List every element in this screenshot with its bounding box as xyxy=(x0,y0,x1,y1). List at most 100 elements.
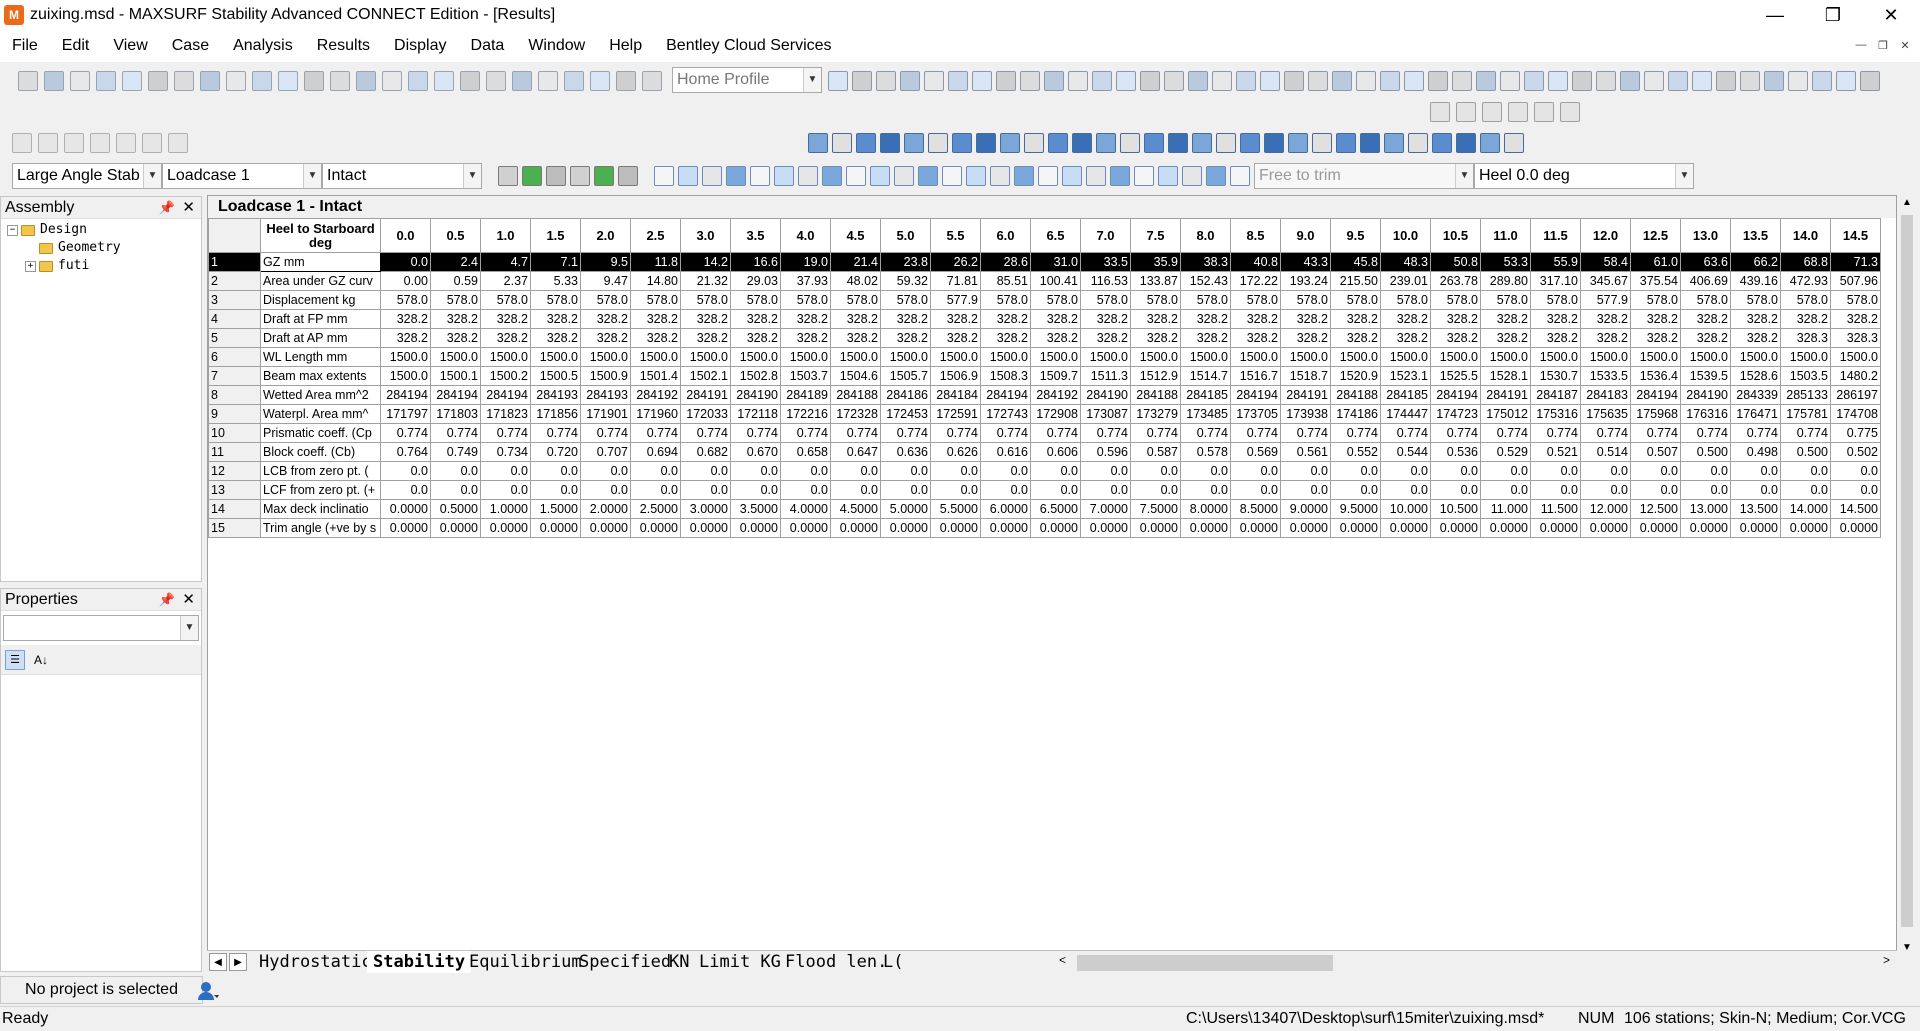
table-cell[interactable]: 0.0 xyxy=(380,480,431,500)
table-cell[interactable]: 1500.0 xyxy=(1280,347,1331,367)
table-cell[interactable]: 0.0000 xyxy=(1080,518,1131,538)
toolbar-button-icon[interactable] xyxy=(1788,71,1808,91)
toolbar-button-icon[interactable] xyxy=(1482,102,1502,122)
table-cell[interactable]: 29.03 xyxy=(730,271,781,291)
toolbar-button-icon[interactable] xyxy=(1206,166,1226,186)
table-cell[interactable]: 578.0 xyxy=(530,290,581,310)
table-cell[interactable]: 175012 xyxy=(1480,404,1531,424)
tab-next-icon[interactable]: ▶ xyxy=(229,953,247,971)
table-cell[interactable]: 284185 xyxy=(1180,385,1231,405)
table-cell[interactable]: 9.0000 xyxy=(1280,499,1331,519)
toolbar-button-icon[interactable] xyxy=(12,133,32,153)
table-cell[interactable]: 328.2 xyxy=(580,309,631,329)
tab-prev-icon[interactable]: ◀ xyxy=(209,953,227,971)
toolbar-button-icon[interactable] xyxy=(1740,71,1760,91)
table-cell[interactable]: 328.2 xyxy=(1530,328,1581,348)
table-cell[interactable]: 0.596 xyxy=(1080,442,1131,462)
toolbar-button-icon[interactable] xyxy=(1062,166,1082,186)
table-cell[interactable]: 1518.7 xyxy=(1280,366,1331,386)
toolbar-button-icon[interactable] xyxy=(1140,71,1160,91)
tree-expander-icon[interactable]: + xyxy=(25,260,36,272)
toolbar-button-icon[interactable] xyxy=(1356,71,1376,91)
table-cell[interactable]: 328.2 xyxy=(730,328,781,348)
table-cell[interactable]: 578.0 xyxy=(1280,290,1331,310)
table-cell[interactable]: 328.2 xyxy=(1030,309,1081,329)
table-cell[interactable]: 3.5000 xyxy=(730,499,781,519)
table-cell[interactable]: 100.41 xyxy=(1030,271,1081,291)
table-cell[interactable]: 1525.5 xyxy=(1430,366,1481,386)
toolbar-button-icon[interactable] xyxy=(1260,71,1280,91)
row-label[interactable]: WL Length mm xyxy=(260,347,381,367)
toolbar-button-icon[interactable] xyxy=(512,71,532,91)
table-cell[interactable]: 0.774 xyxy=(730,423,781,443)
table-cell[interactable]: 1500.5 xyxy=(530,366,581,386)
table-cell[interactable]: 328.2 xyxy=(1580,309,1631,329)
toolbar-button-icon[interactable] xyxy=(1284,71,1304,91)
menu-file[interactable]: File xyxy=(0,30,50,62)
table-cell[interactable]: 578.0 xyxy=(1180,290,1231,310)
table-cell[interactable]: 23.8 xyxy=(880,252,931,272)
table-cell[interactable]: 0.507 xyxy=(1630,442,1681,462)
row-label[interactable]: GZ mm xyxy=(260,252,381,272)
table-cell[interactable]: 0.5000 xyxy=(430,499,481,519)
toolbar-button-icon[interactable] xyxy=(408,71,428,91)
row-label[interactable]: LCB from zero pt. ( xyxy=(260,461,381,481)
toolbar-button-icon[interactable] xyxy=(1596,71,1616,91)
table-cell[interactable]: 172118 xyxy=(730,404,781,424)
table-cell[interactable]: 578.0 xyxy=(1430,290,1481,310)
toolbar-button-icon[interactable] xyxy=(972,71,992,91)
close-icon[interactable]: ✕ xyxy=(182,197,195,219)
table-cell[interactable]: 175781 xyxy=(1780,404,1831,424)
toolbar-button-icon[interactable] xyxy=(1480,133,1500,153)
table-cell[interactable]: 578.0 xyxy=(680,290,731,310)
table-cell[interactable]: 0.707 xyxy=(580,442,631,462)
toolbar-button-icon[interactable] xyxy=(924,71,944,91)
table-cell[interactable]: 6.5000 xyxy=(1030,499,1081,519)
toolbar-button-icon[interactable] xyxy=(1812,71,1832,91)
table-cell[interactable]: 0.514 xyxy=(1580,442,1631,462)
table-cell[interactable]: 328.2 xyxy=(1380,309,1431,329)
toolbar-button-icon[interactable] xyxy=(1020,71,1040,91)
table-cell[interactable]: 284189 xyxy=(780,385,831,405)
table-cell[interactable]: 0.0 xyxy=(1130,461,1181,481)
table-cell[interactable]: 63.6 xyxy=(1680,252,1731,272)
toolbar-button-icon[interactable] xyxy=(928,133,948,153)
table-cell[interactable]: 0.0 xyxy=(1730,480,1781,500)
toolbar-button-icon[interactable] xyxy=(1716,71,1736,91)
table-cell[interactable]: 578.0 xyxy=(780,290,831,310)
table-cell[interactable]: 0.529 xyxy=(1480,442,1531,462)
table-cell[interactable]: 578.0 xyxy=(580,290,631,310)
table-cell[interactable]: 1516.7 xyxy=(1230,366,1281,386)
table-cell[interactable]: 0.0000 xyxy=(380,499,431,519)
table-cell[interactable]: 0.0000 xyxy=(930,518,981,538)
table-cell[interactable]: 0.0 xyxy=(880,461,931,481)
table-cell[interactable]: 0.647 xyxy=(830,442,881,462)
table-cell[interactable]: 0.0000 xyxy=(1480,518,1531,538)
menu-view[interactable]: View xyxy=(101,30,159,62)
table-cell[interactable]: 1500.0 xyxy=(1430,347,1481,367)
table-cell[interactable]: 577.9 xyxy=(1580,290,1631,310)
table-row[interactable]: 3 Displacement kg 578.0 578.0 578.0 578.0 578.… xyxy=(208,290,1881,310)
table-cell[interactable]: 0.0 xyxy=(1080,480,1131,500)
table-cell[interactable]: 0.0 xyxy=(1230,480,1281,500)
table-cell[interactable]: 0.774 xyxy=(880,423,931,443)
table-cell[interactable]: 1500.2 xyxy=(480,366,531,386)
column-header[interactable]: 6.0 xyxy=(980,218,1031,253)
table-cell[interactable]: 175316 xyxy=(1530,404,1581,424)
row-number[interactable]: 1 xyxy=(208,252,261,272)
toolbar-button-icon[interactable] xyxy=(1068,71,1088,91)
table-cell[interactable]: 173938 xyxy=(1280,404,1331,424)
table-cell[interactable]: 0.0000 xyxy=(630,518,681,538)
row-label[interactable]: Block coeff. (Cb) xyxy=(260,442,381,462)
table-cell[interactable]: 11.500 xyxy=(1530,499,1581,519)
table-cell[interactable]: 1500.0 xyxy=(930,347,981,367)
table-cell[interactable]: 33.5 xyxy=(1080,252,1131,272)
table-cell[interactable]: 176471 xyxy=(1730,404,1781,424)
table-cell[interactable]: 1503.7 xyxy=(780,366,831,386)
toolbar-button-icon[interactable] xyxy=(538,71,558,91)
toolbar-button-icon[interactable] xyxy=(1158,166,1178,186)
toolbar-button-icon[interactable] xyxy=(1456,102,1476,122)
table-cell[interactable]: 1500.0 xyxy=(830,347,881,367)
toolbar-button-icon[interactable] xyxy=(116,133,136,153)
table-cell[interactable]: 284194 xyxy=(980,385,1031,405)
